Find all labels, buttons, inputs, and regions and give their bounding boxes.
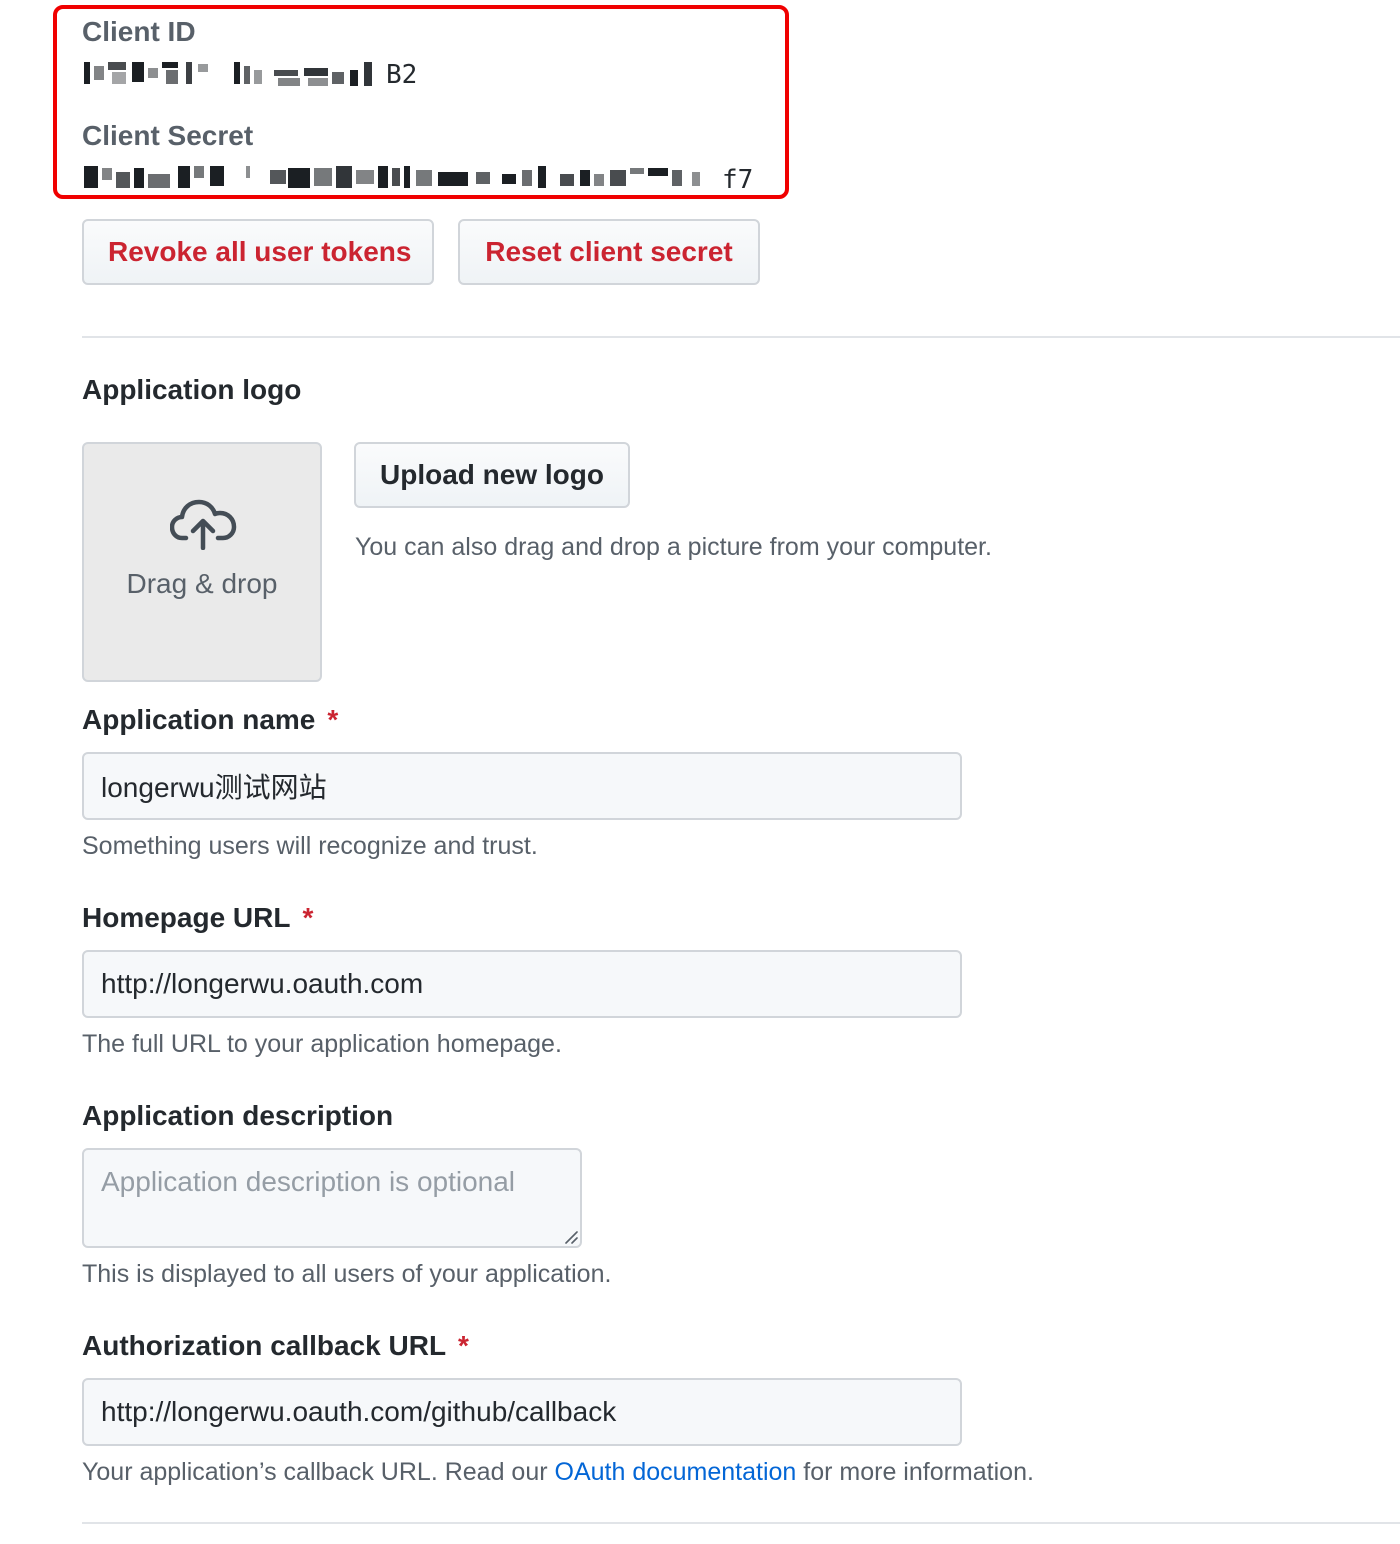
callback-url-label: Authorization callback URL * bbox=[82, 1330, 469, 1362]
homepage-url-input[interactable] bbox=[82, 950, 962, 1018]
resize-grip-icon[interactable] bbox=[562, 1228, 578, 1244]
oauth-documentation-link[interactable]: OAuth documentation bbox=[555, 1458, 797, 1486]
client-id-value: B2 bbox=[82, 56, 422, 90]
svg-text:f7: f7 bbox=[722, 165, 753, 194]
application-description-textarea[interactable] bbox=[82, 1148, 582, 1248]
upload-new-logo-button[interactable]: Upload new logo bbox=[354, 442, 630, 508]
logo-hint: You can also drag and drop a picture fro… bbox=[355, 533, 992, 561]
client-secret-value: f7 bbox=[82, 160, 762, 194]
callback-note-prefix: Your application’s callback URL. Read ou… bbox=[82, 1458, 555, 1486]
section-divider bbox=[82, 336, 1400, 338]
client-secret-label: Client Secret bbox=[82, 120, 254, 151]
application-description-note: This is displayed to all users of your a… bbox=[82, 1260, 612, 1288]
application-logo-heading: Application logo bbox=[82, 374, 302, 405]
homepage-url-label-text: Homepage URL bbox=[82, 902, 291, 933]
callback-url-label-text: Authorization callback URL bbox=[82, 1330, 447, 1361]
client-id-label: Client ID bbox=[82, 16, 196, 47]
application-description-label: Application description bbox=[82, 1100, 394, 1131]
callback-note-suffix: for more information. bbox=[796, 1458, 1034, 1486]
redacted-client-id: B2 bbox=[84, 60, 417, 90]
application-name-note: Something users will recognize and trust… bbox=[82, 832, 538, 860]
callback-url-input[interactable] bbox=[82, 1378, 962, 1446]
bottom-divider bbox=[82, 1522, 1400, 1524]
callback-url-note: Your application’s callback URL. Read ou… bbox=[82, 1458, 1034, 1487]
required-asterisk: * bbox=[302, 902, 314, 933]
application-name-label-text: Application name bbox=[82, 704, 316, 735]
svg-text:B2: B2 bbox=[386, 60, 417, 90]
reset-client-secret-button[interactable]: Reset client secret bbox=[458, 219, 760, 285]
required-asterisk: * bbox=[327, 704, 339, 735]
required-asterisk: * bbox=[458, 1330, 469, 1361]
application-name-label: Application name * bbox=[82, 704, 338, 736]
logo-dropzone[interactable]: Drag & drop bbox=[82, 442, 322, 682]
redacted-client-secret: f7 bbox=[84, 165, 753, 194]
homepage-url-note: The full URL to your application homepag… bbox=[82, 1030, 562, 1058]
revoke-all-user-tokens-button[interactable]: Revoke all user tokens bbox=[82, 219, 434, 285]
cloud-upload-icon bbox=[170, 499, 237, 550]
homepage-url-label: Homepage URL * bbox=[82, 902, 313, 934]
application-name-input[interactable] bbox=[82, 752, 962, 820]
dropzone-label: Drag & drop bbox=[126, 568, 278, 599]
